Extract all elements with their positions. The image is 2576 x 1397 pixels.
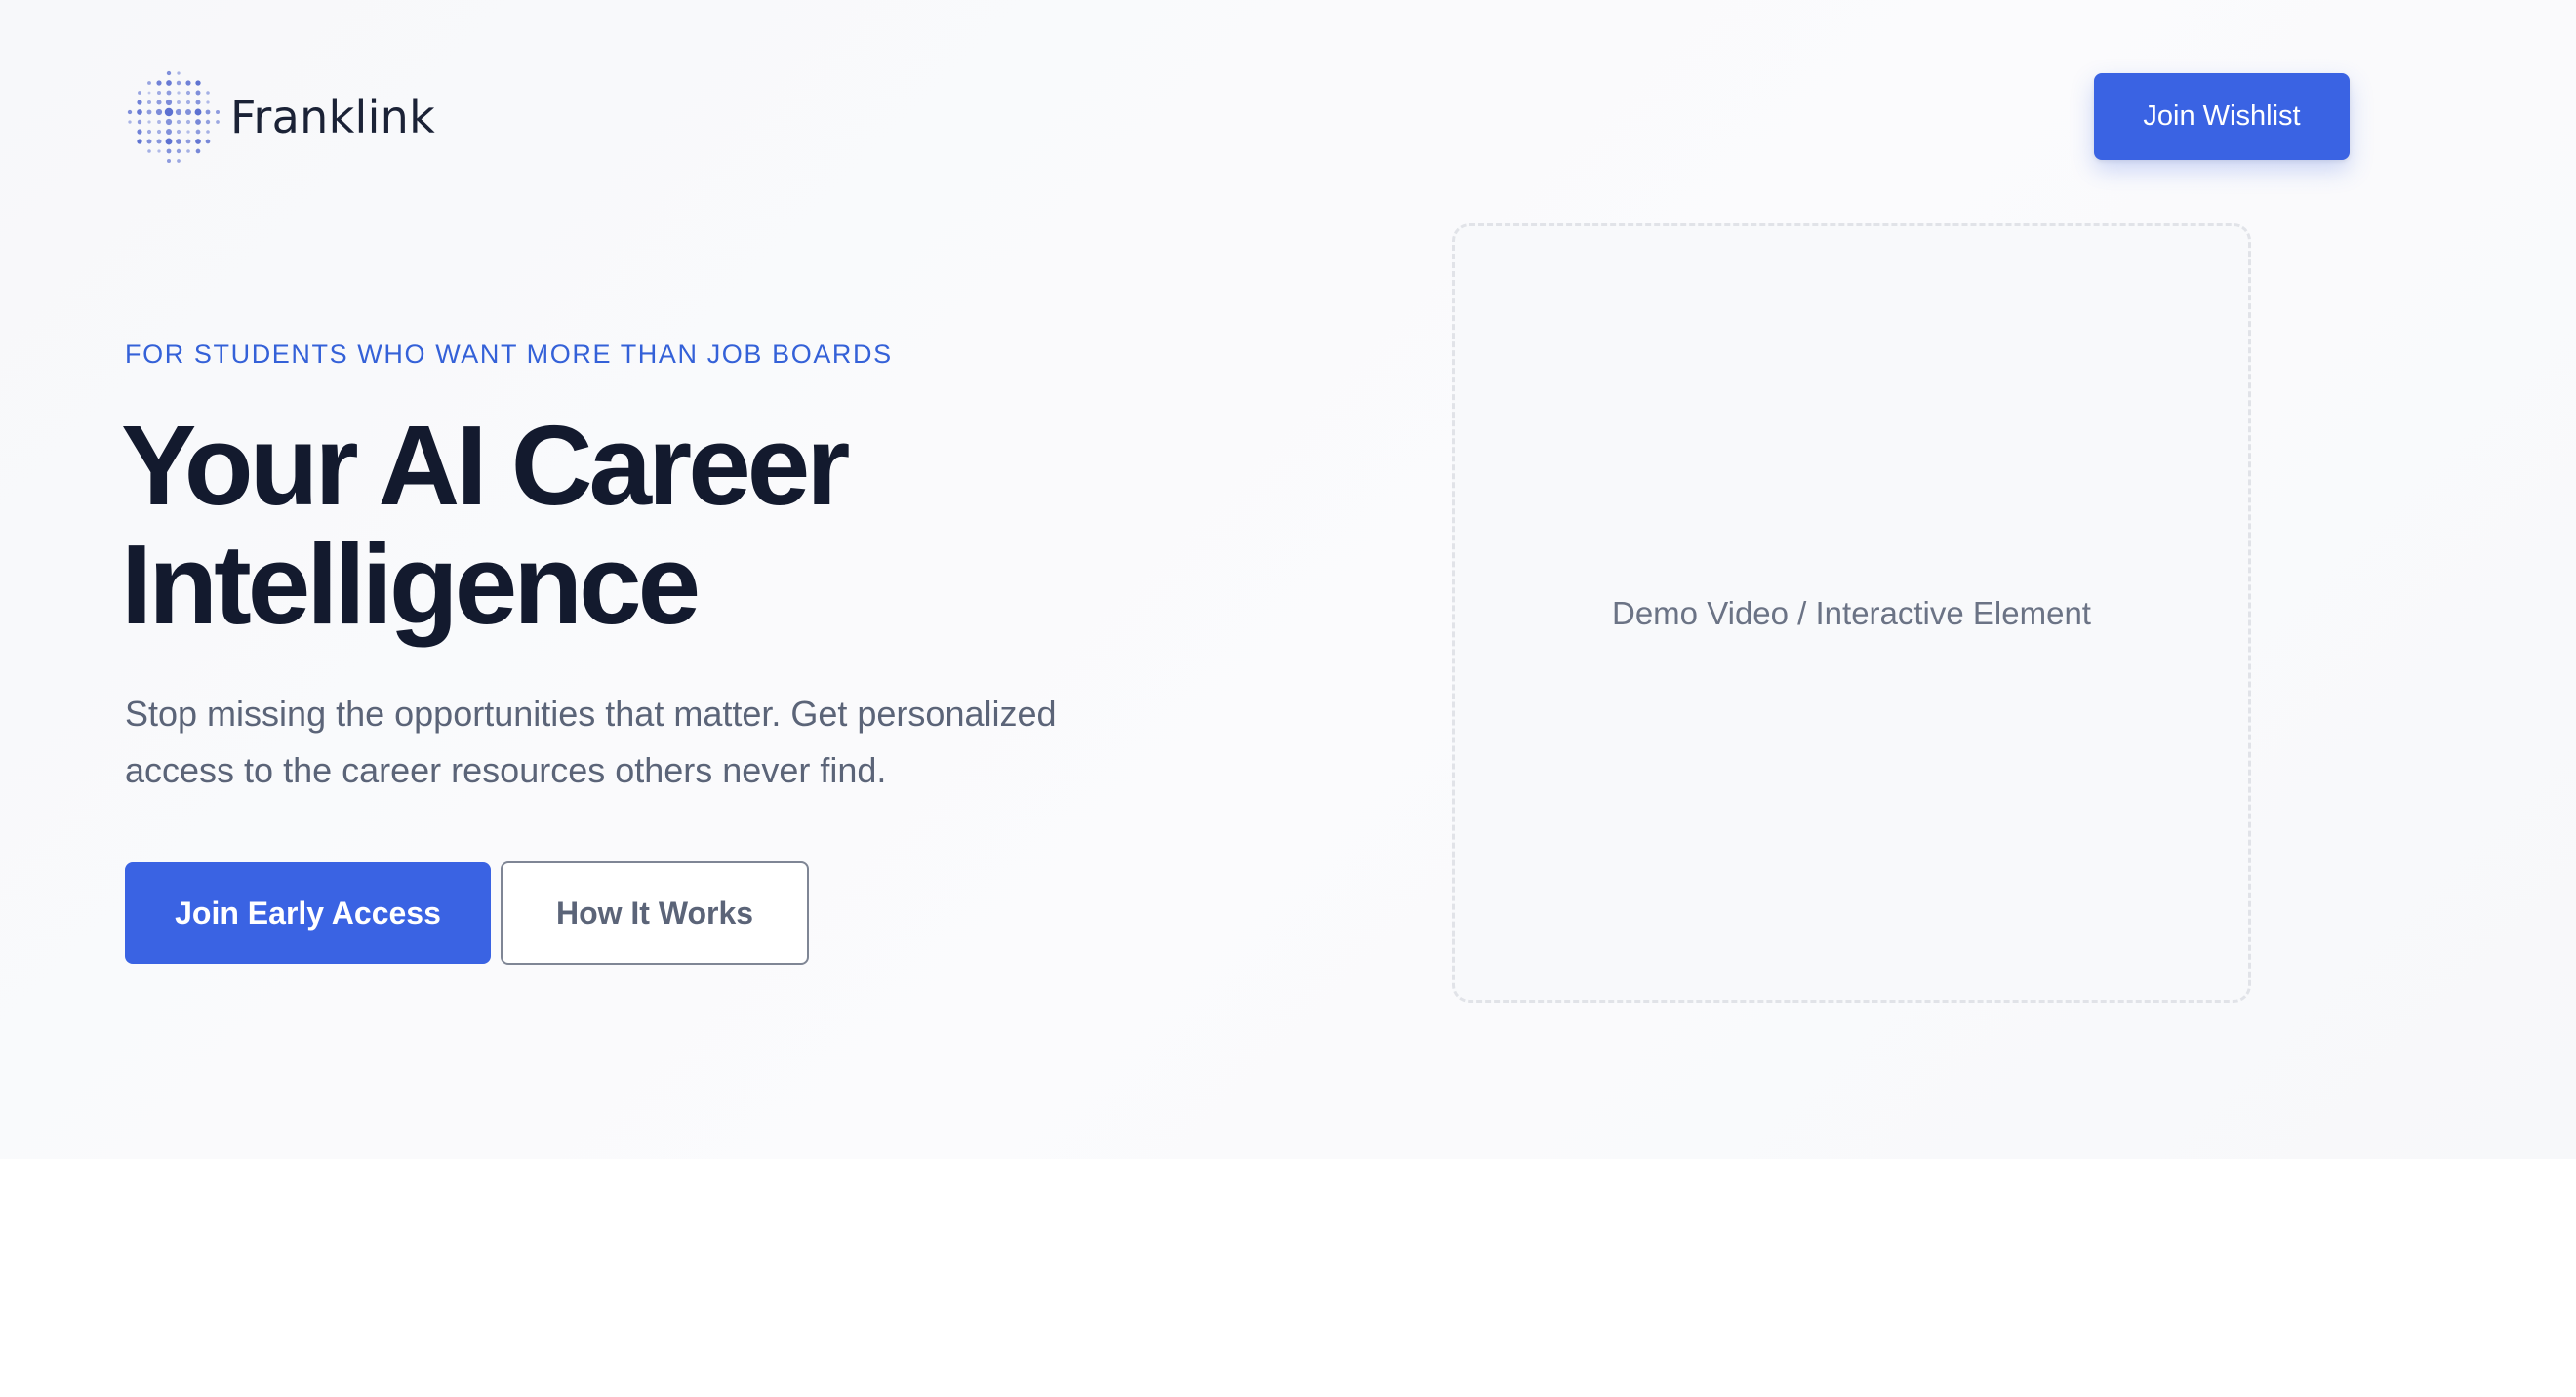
hero-section: Franklink Join Wishlist FOR STUDENTS WHO… (0, 0, 2576, 1159)
demo-placeholder-label: Demo Video / Interactive Element (1612, 594, 2091, 631)
hero-eyebrow: FOR STUDENTS WHO WANT MORE THAN JOB BOAR… (125, 339, 893, 369)
hero-headline-line-1: Your AI Career (121, 402, 850, 529)
join-early-access-button[interactable]: Join Early Access (125, 862, 491, 964)
dotted-sphere-icon (127, 70, 221, 164)
brand-name: Franklink (230, 91, 436, 143)
how-it-works-button[interactable]: How It Works (501, 861, 809, 965)
hero-headline: Your AI Career Intelligence (121, 406, 1194, 644)
brand-logo-link[interactable]: Franklink (125, 68, 435, 166)
demo-video-placeholder[interactable]: Demo Video / Interactive Element (1452, 223, 2251, 1003)
hero-headline-line-2: Intelligence (121, 521, 701, 648)
join-wishlist-button[interactable]: Join Wishlist (2094, 73, 2350, 160)
hero-subheadline: Stop missing the opportunities that matt… (125, 694, 1057, 790)
